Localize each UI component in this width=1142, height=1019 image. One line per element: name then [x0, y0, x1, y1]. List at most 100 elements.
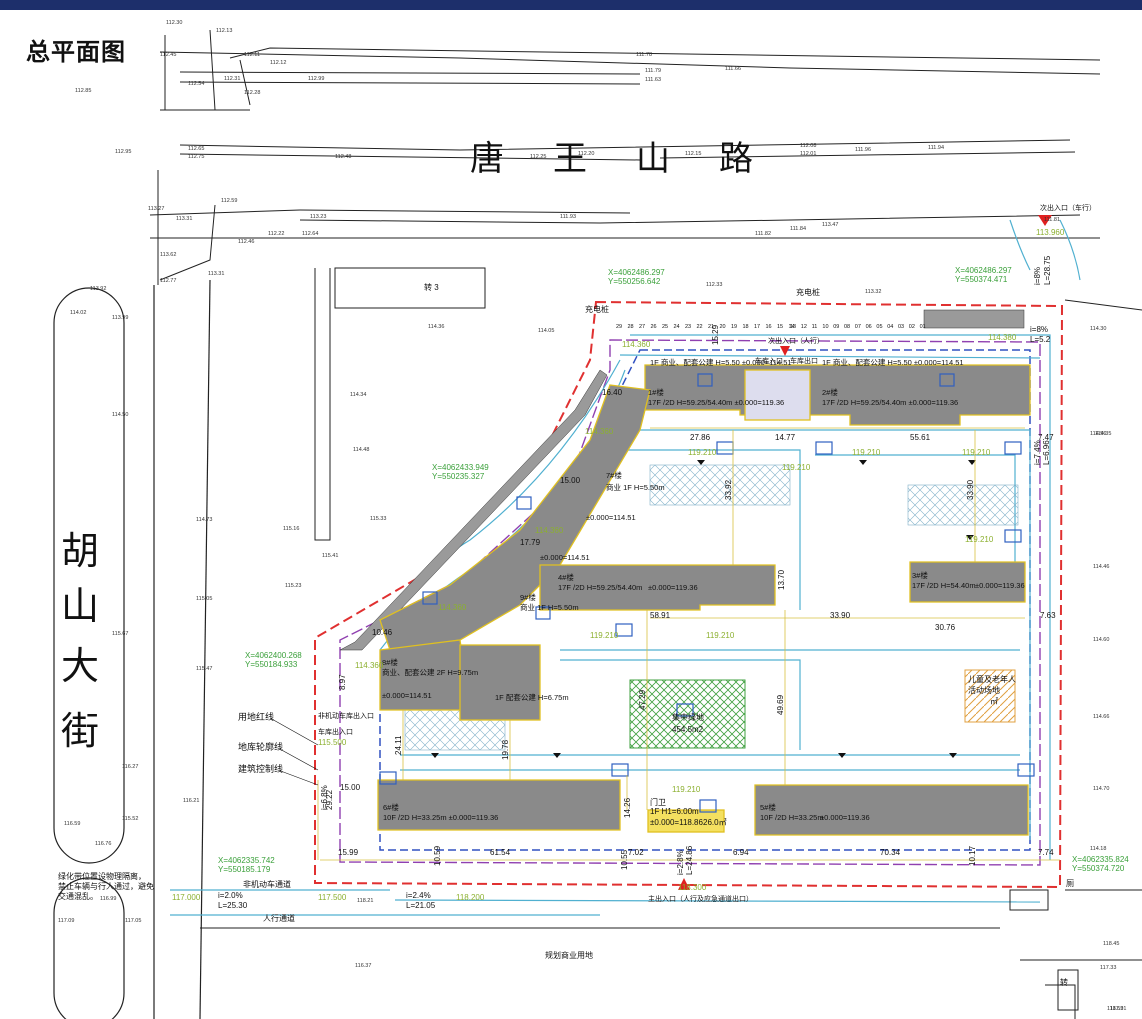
- svg-text:61.54: 61.54: [490, 848, 511, 857]
- spot-height: 115.05: [196, 596, 212, 602]
- svg-text:6#楼: 6#楼: [383, 802, 399, 812]
- parking-number: 29: [616, 324, 622, 330]
- svg-text:活动场地: 活动场地: [968, 685, 1000, 695]
- spot-height: 112.33: [706, 282, 722, 288]
- spot-height: 112.46: [238, 239, 254, 245]
- svg-text:人行通道: 人行通道: [263, 913, 295, 923]
- parking-number: 05: [876, 324, 882, 330]
- spot-height: 112.25: [530, 154, 546, 160]
- parking-number: 04: [887, 324, 893, 330]
- spot-height: 113.92: [90, 286, 106, 292]
- svg-text:4#楼: 4#楼: [558, 572, 574, 582]
- spot-height: 113.31: [208, 271, 224, 277]
- spot-height: 114.36: [428, 324, 444, 330]
- svg-text:充电桩: 充电桩: [585, 304, 609, 314]
- ramp-area-1: [649, 464, 791, 506]
- svg-text:33.92: 33.92: [724, 479, 733, 500]
- parking-number: 02: [909, 324, 915, 330]
- svg-text:商业、配套公建 2F H=9.75m: 商业、配套公建 2F H=9.75m: [382, 667, 478, 677]
- svg-text:119.210: 119.210: [782, 463, 811, 472]
- parking-number: 01: [920, 324, 926, 330]
- svg-text:i=8%: i=8%: [1033, 267, 1042, 285]
- spot-height: 114.34: [350, 392, 366, 398]
- legend-red-line: 用地红线: [238, 711, 274, 722]
- svg-text:车库出口: 车库出口: [790, 356, 818, 365]
- svg-text:1#楼: 1#楼: [648, 387, 664, 397]
- svg-text:X=4062486.297: X=4062486.297: [955, 266, 1012, 275]
- spot-height: 111.82: [755, 231, 771, 237]
- spot-height: 118.21: [357, 898, 373, 904]
- svg-text:Y=550185.179: Y=550185.179: [218, 865, 271, 874]
- spot-height: 116.21: [183, 798, 199, 804]
- parking-number: 26: [651, 324, 657, 330]
- parking-number: 21: [708, 324, 714, 330]
- svg-text:9#楼: 9#楼: [520, 592, 536, 602]
- parking-number: 08: [844, 324, 850, 330]
- spot-height: 112.54: [188, 81, 204, 87]
- spot-height: 114.05: [538, 328, 554, 334]
- svg-text:L=6.96: L=6.96: [1042, 440, 1051, 465]
- svg-text:L=25.30: L=25.30: [218, 901, 248, 910]
- parking-number: 03: [898, 324, 904, 330]
- svg-text:27.86: 27.86: [690, 433, 711, 442]
- spot-height: 112.12: [270, 60, 286, 66]
- svg-text:非机动车库出入口: 非机动车库出入口: [318, 711, 374, 720]
- spot-height: 115.52: [122, 816, 138, 822]
- green-area: 454.5m2: [672, 725, 704, 734]
- svg-text:3#楼: 3#楼: [912, 570, 928, 580]
- parking-number: 25: [662, 324, 668, 330]
- svg-text:L=24.86: L=24.86: [685, 845, 694, 875]
- spot-height: 112.30: [166, 20, 182, 26]
- svg-text:Y=550374.471: Y=550374.471: [955, 275, 1008, 284]
- svg-text:114.360: 114.360: [622, 340, 651, 349]
- spot-height: 112.85: [75, 88, 91, 94]
- parking-number: 15: [777, 324, 783, 330]
- svg-text:119.210: 119.210: [852, 448, 881, 457]
- spot-height: 116.37: [355, 963, 371, 969]
- svg-text:114.360: 114.360: [355, 661, 384, 670]
- svg-text:33.90: 33.90: [966, 479, 975, 500]
- spot-height: 114.18: [1090, 846, 1106, 852]
- svg-text:X=4062400.268: X=4062400.268: [245, 651, 302, 660]
- svg-text:47.29: 47.29: [638, 689, 647, 710]
- secondary-entrance-label: 次出入口（人行）: [768, 336, 824, 345]
- svg-text:车库入口: 车库入口: [755, 356, 783, 365]
- spot-height: 112.45: [160, 52, 176, 58]
- spot-height: 117.31: [1110, 1006, 1126, 1012]
- svg-text:±0.000=118.86: ±0.000=118.86: [650, 818, 704, 827]
- spot-height: 111.84: [790, 226, 806, 232]
- north-road-char-4: 路: [719, 140, 753, 178]
- svg-text:1F 商业、配套公建 H=5.50 ±0.000=114.: 1F 商业、配套公建 H=5.50 ±0.000=114.51: [822, 357, 964, 367]
- parking-number: 28: [628, 324, 634, 330]
- spot-height: 113.47: [822, 222, 838, 228]
- parking-number: 22: [697, 324, 703, 330]
- svg-text:6.94: 6.94: [733, 848, 749, 857]
- svg-text:15.00: 15.00: [560, 476, 581, 485]
- spot-height: 112.59: [221, 198, 237, 204]
- spot-height: 113.99: [112, 315, 128, 321]
- svg-text:119.210: 119.210: [706, 631, 735, 640]
- svg-text:7.74: 7.74: [1038, 848, 1054, 857]
- north-road-lines: [149, 29, 1101, 285]
- parking-number: 13: [790, 324, 796, 330]
- spot-height: 112.77: [160, 278, 176, 284]
- west-road-lines: [53, 279, 211, 1019]
- svg-text:i=2.8%: i=2.8%: [676, 850, 685, 875]
- spot-height: 114.30: [1090, 326, 1106, 332]
- svg-text:16.40: 16.40: [602, 388, 623, 397]
- spot-height: 115.47: [196, 666, 212, 672]
- svg-text:7.02: 7.02: [628, 848, 644, 857]
- parking-number: 19: [731, 324, 737, 330]
- spot-height: 111.78: [636, 52, 652, 58]
- svg-text:15.99: 15.99: [338, 848, 359, 857]
- svg-text:2#楼: 2#楼: [822, 387, 838, 397]
- spot-height: 112.11: [244, 52, 260, 58]
- svg-text:7#楼: 7#楼: [606, 470, 622, 480]
- svg-text:30.76: 30.76: [935, 623, 956, 632]
- svg-text:次出入口（车行）: 次出入口（车行）: [1040, 203, 1096, 212]
- ramp-area-2: [907, 484, 1019, 526]
- svg-text:±0.000=119.36: ±0.000=119.36: [975, 581, 1025, 590]
- svg-text:禁止车辆与行人通过，避免: 禁止车辆与行人通过，避免: [58, 881, 154, 891]
- svg-text:1F H1=6.00m: 1F H1=6.00m: [650, 807, 699, 816]
- svg-text:117.500: 117.500: [318, 893, 347, 902]
